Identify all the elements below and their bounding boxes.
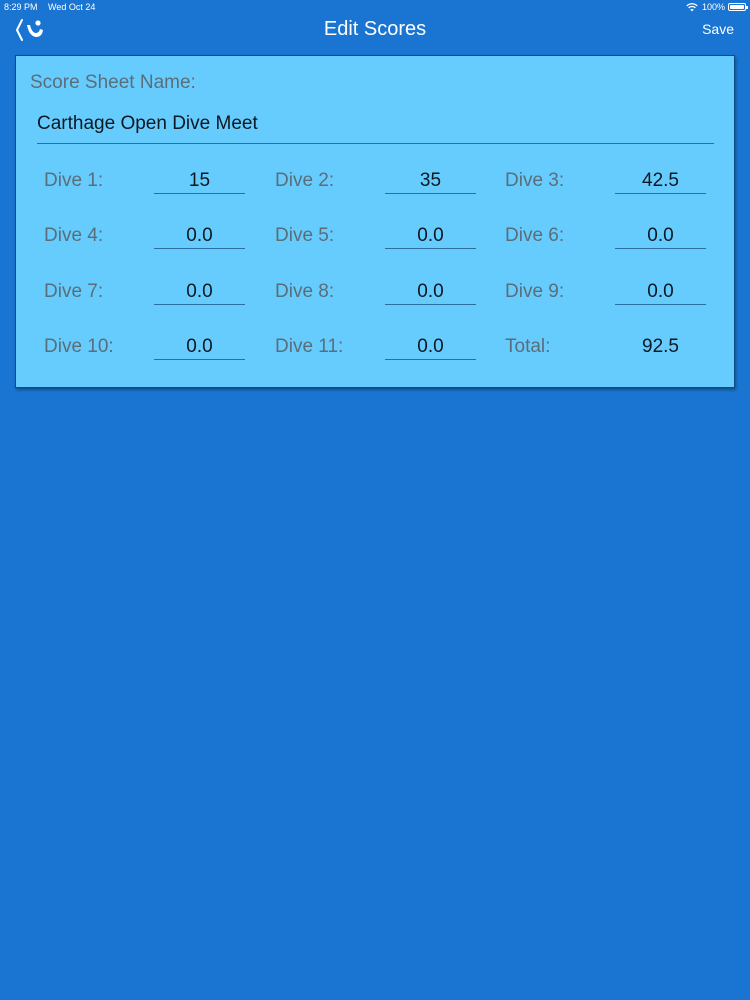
dive-6-field[interactable]: 0.0 bbox=[615, 224, 706, 249]
status-right: 100% bbox=[686, 0, 748, 14]
score-sheet-card: Score Sheet Name: Carthage Open Dive Mee… bbox=[15, 55, 735, 388]
total-value: 92.5 bbox=[642, 336, 679, 357]
dive-3-field[interactable]: 42.5 bbox=[615, 169, 706, 194]
dive-5-label: Dive 5: bbox=[275, 225, 335, 246]
dive-11-field[interactable]: 0.0 bbox=[385, 335, 476, 360]
dive-2-field[interactable]: 35 bbox=[385, 169, 476, 194]
dive-1-field[interactable]: 15 bbox=[154, 169, 245, 194]
save-button[interactable]: Save bbox=[702, 14, 734, 44]
dive-3-label: Dive 3: bbox=[505, 170, 565, 191]
status-time: 8:29 PM bbox=[4, 2, 38, 12]
dive-8-field[interactable]: 0.0 bbox=[385, 280, 476, 305]
status-left: 8:29 PM Wed Oct 24 bbox=[4, 0, 95, 14]
status-date: Wed Oct 24 bbox=[48, 2, 96, 12]
dive-8-label: Dive 8: bbox=[275, 281, 335, 302]
score-sheet-name-label: Score Sheet Name: bbox=[30, 72, 196, 93]
dive-10-field[interactable]: 0.0 bbox=[154, 335, 245, 360]
status-bar: 8:29 PM Wed Oct 24 100% bbox=[0, 0, 750, 14]
dive-11-label: Dive 11: bbox=[275, 336, 344, 357]
dive-6-label: Dive 6: bbox=[505, 225, 565, 246]
nav-bar: Edit Scores Save bbox=[0, 14, 750, 46]
dive-1-label: Dive 1: bbox=[44, 170, 104, 191]
dive-7-field[interactable]: 0.0 bbox=[154, 280, 245, 305]
page-title: Edit Scores bbox=[323, 18, 427, 40]
dive-5-field[interactable]: 0.0 bbox=[385, 224, 476, 249]
battery-icon bbox=[728, 3, 748, 11]
score-sheet-name-field[interactable]: Carthage Open Dive Meet bbox=[37, 113, 714, 144]
dive-10-label: Dive 10: bbox=[44, 336, 114, 357]
total-label: Total: bbox=[505, 336, 551, 357]
dive-4-label: Dive 4: bbox=[44, 225, 104, 246]
dive-4-field[interactable]: 0.0 bbox=[154, 224, 245, 249]
wifi-icon bbox=[686, 3, 698, 12]
dive-7-label: Dive 7: bbox=[44, 281, 104, 302]
dive-9-label: Dive 9: bbox=[505, 281, 565, 302]
dive-2-label: Dive 2: bbox=[275, 170, 335, 191]
battery-percent: 100% bbox=[701, 2, 725, 12]
dive-9-field[interactable]: 0.0 bbox=[615, 280, 706, 305]
